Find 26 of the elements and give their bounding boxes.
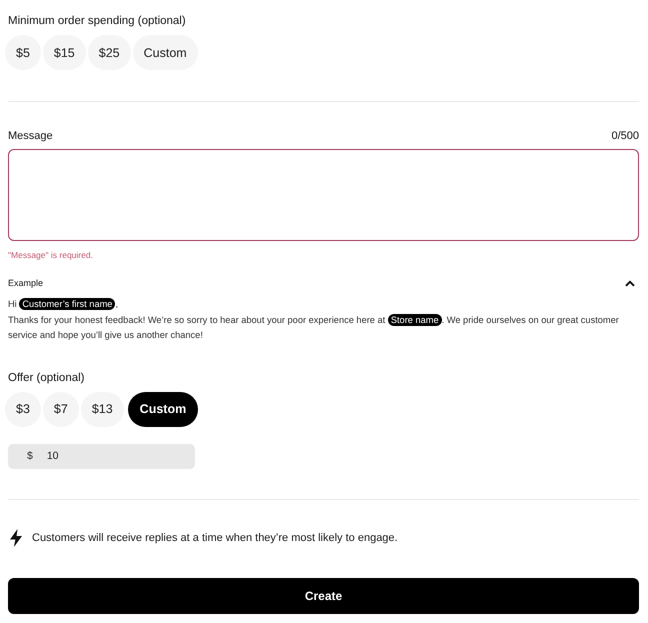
lightning-bolt-icon <box>10 528 22 546</box>
create-button[interactable]: Create <box>8 578 639 614</box>
currency-symbol: $ <box>27 450 33 462</box>
chevron-icon[interactable] <box>625 280 635 286</box>
example-title: Example <box>8 277 44 289</box>
character-counter: 0/500 <box>611 129 639 143</box>
amount-option-button[interactable]: $7 <box>42 392 79 426</box>
amount-option-button[interactable]: $5 <box>5 35 41 70</box>
variable-tag: Customer’s first name <box>19 298 116 310</box>
notice-text: Customers will receive replies at a time when they’re most likely to engage. <box>32 532 398 544</box>
error-message: "Message" is required. <box>8 249 94 261</box>
section-label: Minimum order spending (optional) <box>8 14 187 28</box>
amount-value: 10 <box>46 450 59 462</box>
amount-option-button[interactable]: $3 <box>5 392 41 426</box>
section-label: Offer (optional) <box>8 370 86 384</box>
example-paragraph: Hi Customer’s first name , <box>8 297 120 312</box>
message-field[interactable] <box>8 149 639 241</box>
example-paragraph: Thanks for your honest feedback! We’re so sorry to hear about your poor experience here at Store name . We pride ourselves on our great customer service and hope you’ll give us another chance! <box>8 312 620 342</box>
amount-option-button[interactable]: Custom <box>128 392 198 426</box>
variable-tag: Store name <box>388 314 442 326</box>
amount-option-button[interactable]: $25 <box>88 35 131 70</box>
amount-option-button[interactable]: $15 <box>42 35 86 70</box>
field-label: Message <box>8 129 53 143</box>
amount-field[interactable]: $ 10 <box>8 444 195 468</box>
amount-option-button[interactable]: Custom <box>132 35 198 70</box>
amount-option-button[interactable]: $13 <box>80 392 124 426</box>
